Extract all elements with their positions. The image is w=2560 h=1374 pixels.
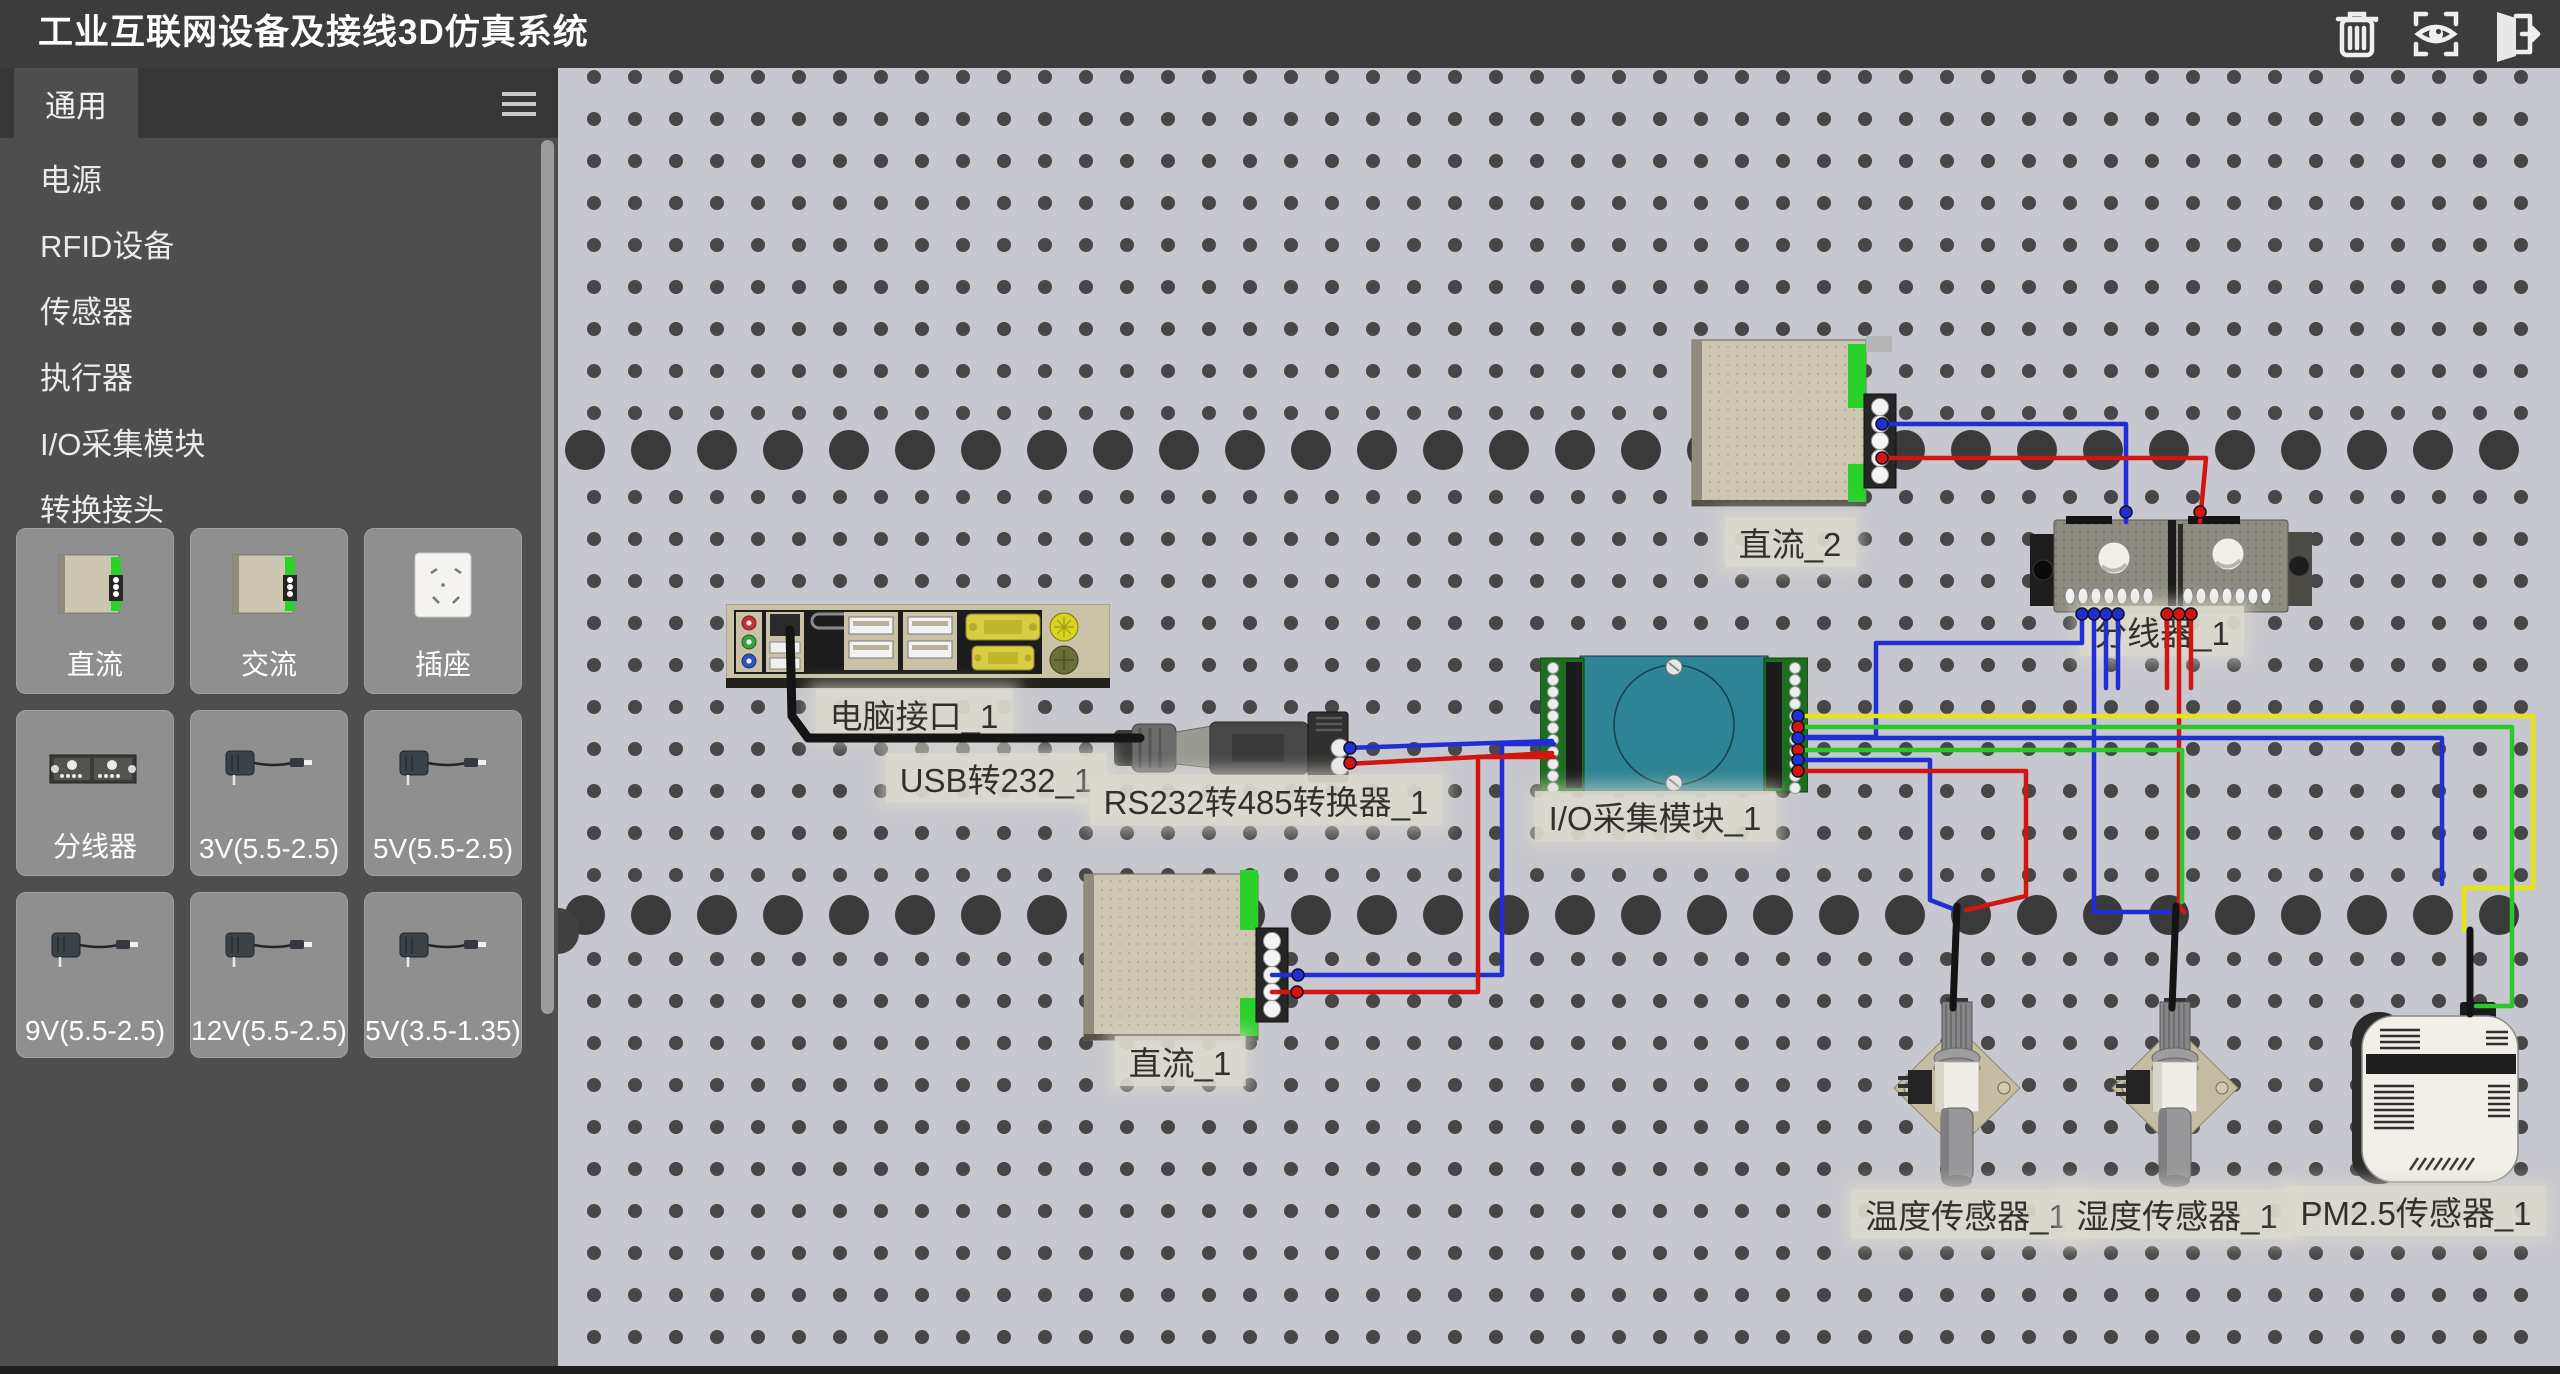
trash-icon[interactable] <box>2330 6 2386 62</box>
sidebar-category[interactable]: 传感器 <box>0 280 540 346</box>
palette-card-label: 3V(5.5-2.5) <box>191 833 347 865</box>
device-pc-interface[interactable] <box>726 604 1110 692</box>
label-pm25: PM2.5传感器_1 <box>2286 1186 2545 1236</box>
palette-card[interactable]: 交流 <box>190 528 348 694</box>
device-pm25-sensor[interactable] <box>2348 1000 2528 1192</box>
device-palette-sidebar: 通用 电源RFID设备传感器执行器I/O采集模块转换接头 直流交流插座分线器 3V… <box>0 68 558 1374</box>
sidebar-category[interactable]: RFID设备 <box>0 214 540 280</box>
palette-card-label: 5V(3.5-1.35) <box>365 1015 521 1047</box>
label-dc2: 直流_2 <box>1725 517 1856 567</box>
sidebar-category[interactable]: 执行器 <box>0 346 540 412</box>
palette-card-label: 5V(5.5-2.5) <box>365 833 521 865</box>
top-bar: 工业互联网设备及接线3D仿真系统 <box>0 0 2560 68</box>
label-humid: 湿度传感器_1 <box>2062 1189 2292 1239</box>
palette-card-label: 交流 <box>191 643 347 683</box>
palette-card[interactable]: 5V(3.5-1.35) <box>364 892 522 1058</box>
palette-card[interactable]: 分线器 <box>16 710 174 876</box>
wire-humid-cable[interactable] <box>2172 906 2176 1008</box>
focus-view-icon[interactable] <box>2408 6 2464 62</box>
category-menu: 电源RFID设备传感器执行器I/O采集模块转换接头 <box>0 148 540 544</box>
palette-card[interactable]: 12V(5.5-2.5) <box>190 892 348 1058</box>
palette-card-label: 分线器 <box>17 825 173 865</box>
tab-general[interactable]: 通用 <box>14 68 138 138</box>
label-dc1: 直流_1 <box>1115 1036 1246 1086</box>
device-splitter[interactable] <box>2030 514 2312 620</box>
label-rs485: RS232转485转换器_1 <box>1090 775 1443 825</box>
device-dc-power-2[interactable] <box>1690 336 1900 514</box>
toolbar <box>2330 6 2542 62</box>
device-dc-power-1[interactable] <box>1082 870 1292 1048</box>
palette-card[interactable]: 插座 <box>364 528 522 694</box>
menu-icon[interactable] <box>502 86 536 120</box>
bottom-edge <box>0 1366 2560 1374</box>
palette-card[interactable]: 直流 <box>16 528 174 694</box>
label-io: I/O采集模块_1 <box>1535 791 1776 841</box>
wire-temp-cable[interactable] <box>1953 906 1957 1008</box>
palette-grid: 直流交流插座分线器 3V(5.5-2.5) 5V(5.5-2.5) 9V(5.5-2.… <box>16 528 522 1058</box>
device-io-module[interactable] <box>1540 652 1808 798</box>
label-pc: 电脑接口_1 <box>816 689 1013 739</box>
sidebar-scrollbar[interactable] <box>541 140 554 1014</box>
palette-card-label: 12V(5.5-2.5) <box>191 1015 347 1047</box>
exit-icon[interactable] <box>2486 6 2542 62</box>
sidebar-category[interactable]: I/O采集模块 <box>0 412 540 478</box>
app-title: 工业互联网设备及接线3D仿真系统 <box>38 0 589 66</box>
palette-card[interactable]: 9V(5.5-2.5) <box>16 892 174 1058</box>
sidebar-category[interactable]: 电源 <box>0 148 540 214</box>
palette-card[interactable]: 3V(5.5-2.5) <box>190 710 348 876</box>
palette-card-label: 直流 <box>17 643 173 683</box>
label-usb232: USB转232_1 <box>886 753 1107 803</box>
palette-tab-row: 通用 <box>0 68 558 138</box>
label-temp: 温度传感器_1 <box>1851 1189 2081 1239</box>
palette-card-label: 9V(5.5-2.5) <box>17 1015 173 1047</box>
palette-card-label: 插座 <box>365 643 521 683</box>
palette-card[interactable]: 5V(5.5-2.5) <box>364 710 522 876</box>
